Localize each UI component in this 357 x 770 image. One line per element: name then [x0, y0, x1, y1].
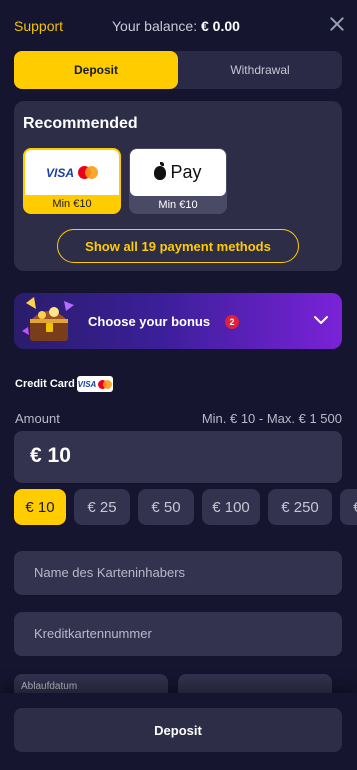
amount-label: Amount	[15, 411, 60, 426]
quick-amount-10[interactable]: € 10	[14, 489, 66, 525]
quick-amount-100[interactable]: € 100	[202, 489, 260, 525]
recommended-panel: Recommended VISA Min €10 Pay Min €10 Sho…	[14, 101, 342, 271]
apple-pay-logo: Pay	[130, 149, 226, 196]
choose-bonus-banner[interactable]: Choose your bonus 2	[14, 293, 342, 349]
cardholder-name-field[interactable]: Name des Karteninhabers	[14, 551, 342, 595]
tab-withdrawal[interactable]: Withdrawal	[178, 51, 342, 89]
quick-amount-50[interactable]: € 50	[138, 489, 194, 525]
support-link[interactable]: Support	[14, 18, 63, 34]
balance-display: Your balance: € 0.00	[112, 18, 240, 34]
bottom-action-bar: Deposit	[0, 693, 357, 770]
deposit-withdrawal-tabs: Deposit Withdrawal	[14, 51, 342, 89]
choose-bonus-label: Choose your bonus	[88, 314, 211, 329]
card-number-field[interactable]: Kreditkartennummer	[14, 612, 342, 656]
amount-range: Min. € 10 - Max. € 1 500	[201, 411, 342, 426]
recommended-title: Recommended	[23, 115, 138, 132]
show-all-payment-methods-button[interactable]: Show all 19 payment methods	[57, 229, 299, 263]
apple-pay-text: Pay	[170, 162, 202, 182]
apple-icon	[154, 161, 167, 180]
quick-amount-chips: € 10 € 25 € 50 € 100 € 250 € 500	[14, 489, 357, 526]
quick-amount-500[interactable]: € 500	[340, 489, 357, 525]
payment-min-label: Min €10	[52, 198, 92, 210]
visa-logo-text: VISA	[45, 165, 74, 180]
bonus-count-badge: 2	[225, 315, 239, 329]
close-icon[interactable]	[327, 14, 347, 34]
balance-label: Your balance:	[112, 18, 198, 34]
tab-deposit[interactable]: Deposit	[14, 51, 178, 89]
payment-method-visa-mastercard[interactable]: VISA Min €10	[23, 148, 121, 214]
amount-input[interactable]: € 10	[14, 431, 342, 483]
visa-mastercard-logo: VISA	[25, 150, 119, 195]
treasure-chest-icon	[22, 297, 74, 341]
chevron-down-icon	[314, 316, 328, 324]
visa-logo-text: VISA	[77, 379, 97, 389]
visa-mastercard-badge: VISA	[77, 376, 113, 392]
top-bar: Support Your balance: € 0.00	[0, 0, 357, 50]
mastercard-icon	[98, 379, 113, 389]
deposit-button[interactable]: Deposit	[14, 708, 342, 752]
credit-card-label: Credit Card	[15, 378, 75, 390]
quick-amount-250[interactable]: € 250	[268, 489, 332, 525]
payment-method-apple-pay[interactable]: Pay Min €10	[129, 148, 227, 214]
mastercard-icon	[78, 166, 98, 179]
payment-min-label: Min €10	[158, 199, 198, 211]
quick-amount-25[interactable]: € 25	[74, 489, 130, 525]
balance-value: € 0.00	[201, 18, 240, 34]
